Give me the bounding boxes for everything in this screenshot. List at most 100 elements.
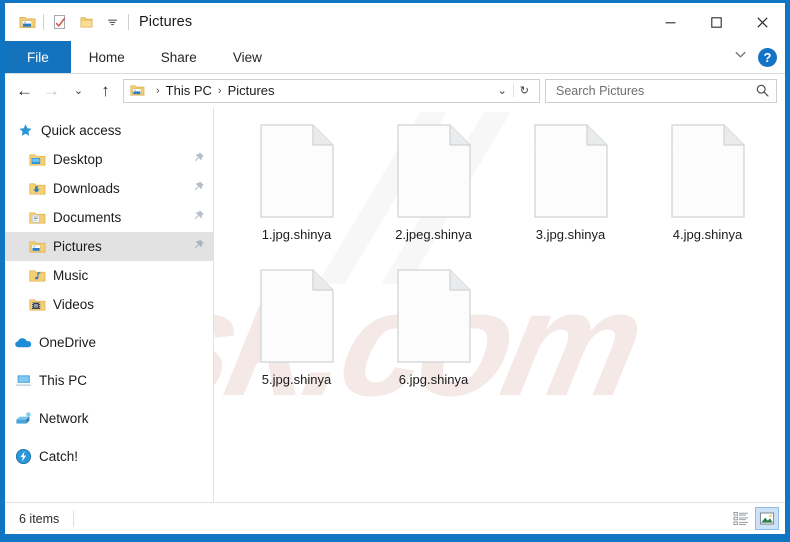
large-icons-view-button[interactable] [755, 507, 779, 530]
breadcrumb-item-pictures[interactable]: Pictures [228, 83, 275, 98]
file-item[interactable]: 4.jpg.shinya [639, 119, 776, 264]
status-bar: 6 items [5, 502, 785, 534]
tab-file[interactable]: File [5, 41, 71, 73]
up-arrow-icon: ↑ [101, 81, 110, 100]
file-explorer-window: Pictures File Home Share View ? ← → ⌄ ↑ … [5, 3, 785, 534]
properties-icon[interactable] [47, 10, 73, 34]
status-divider [73, 510, 75, 527]
pin-icon[interactable] [192, 180, 205, 198]
breadcrumb[interactable]: › This PC › Pictures ⌄ ↻ [123, 78, 540, 103]
file-name: 1.jpg.shinya [261, 227, 332, 242]
blank-document-icon [259, 123, 335, 219]
address-bar: ← → ⌄ ↑ › This PC › Pictures ⌄ ↻ Search … [5, 74, 785, 107]
pin-icon[interactable] [192, 151, 205, 169]
documents-folder-icon [27, 211, 47, 225]
sidebar-item-music[interactable]: Music [5, 261, 213, 290]
recent-locations-button[interactable]: ⌄ [65, 78, 92, 104]
videos-folder-icon [27, 298, 47, 312]
file-item[interactable]: 2.jpeg.shinya [365, 119, 502, 264]
sidebar-item-videos[interactable]: Videos [5, 290, 213, 319]
blank-document-icon [396, 123, 472, 219]
sidebar-item-label: This PC [39, 373, 88, 388]
maximize-button[interactable] [693, 3, 739, 41]
pictures-folder-icon[interactable] [14, 10, 40, 34]
music-folder-icon [27, 269, 47, 283]
customize-dropdown-icon[interactable] [99, 10, 125, 34]
file-item[interactable]: 1.jpg.shinya [228, 119, 365, 264]
quick-access-toolbar [5, 10, 132, 34]
sidebar-item-label: Videos [53, 297, 95, 312]
sidebar-item-label: Network [39, 411, 89, 426]
search-icon[interactable] [755, 83, 770, 98]
sidebar-item-label: Documents [53, 210, 122, 225]
sidebar-item-label: Desktop [53, 152, 103, 167]
blank-document-icon [396, 268, 472, 364]
blank-document-icon [259, 268, 335, 364]
title-bar: Pictures [5, 3, 785, 41]
search-input[interactable] [554, 82, 755, 99]
sidebar-item-label: OneDrive [39, 335, 97, 350]
sidebar-item-label: Downloads [53, 181, 120, 196]
breadcrumb-item-this-pc[interactable]: This PC [166, 83, 212, 98]
chevron-down-icon[interactable] [733, 47, 748, 67]
search-box[interactable] [545, 78, 777, 103]
pin-icon[interactable] [192, 238, 205, 256]
breadcrumb-dropdown-icon[interactable]: ⌄ [492, 84, 513, 97]
blank-document-icon [533, 123, 609, 219]
explorer-body: Quick access Desktop Downloads Documents… [5, 107, 785, 502]
breadcrumb-pictures-icon [130, 84, 145, 97]
file-grid: 1.jpg.shinya 2.jpeg.shinya 3.jpg.shinya … [214, 107, 785, 409]
title-divider [128, 14, 129, 30]
this-pc-icon [13, 373, 33, 388]
details-view-button[interactable] [729, 507, 753, 530]
network-icon [13, 411, 33, 426]
sidebar-item-downloads[interactable]: Downloads [5, 174, 213, 203]
up-button[interactable]: ↑ [92, 78, 119, 104]
back-button[interactable]: ← [11, 78, 38, 104]
forward-arrow-icon: → [43, 81, 60, 100]
sidebar-item-desktop[interactable]: Desktop [5, 145, 213, 174]
tab-view[interactable]: View [215, 41, 280, 73]
back-arrow-icon: ← [16, 81, 33, 100]
tab-share[interactable]: Share [143, 41, 215, 73]
window-title: Pictures [139, 14, 193, 30]
file-list-pane[interactable]: // sk.com 1.jpg.shinya [214, 107, 785, 502]
file-name: 2.jpeg.shinya [395, 227, 472, 242]
close-button[interactable] [739, 3, 785, 41]
sidebar-item-label: Pictures [53, 239, 102, 254]
file-item[interactable]: 6.jpg.shinya [365, 264, 502, 409]
ribbon-tab-bar: File Home Share View ? [5, 41, 785, 74]
blank-document-icon [670, 123, 746, 219]
sidebar-item-onedrive[interactable]: OneDrive [5, 328, 213, 357]
sidebar-item-documents[interactable]: Documents [5, 203, 213, 232]
catch-lightning-icon [13, 448, 33, 465]
sidebar-item-label: Catch! [39, 449, 79, 464]
sidebar-item-network[interactable]: Network [5, 404, 213, 433]
ribbon-right-controls: ? [733, 41, 777, 73]
file-name: 6.jpg.shinya [398, 372, 469, 387]
file-item[interactable]: 3.jpg.shinya [502, 119, 639, 264]
new-folder-icon[interactable] [73, 10, 99, 34]
forward-button[interactable]: → [38, 78, 65, 104]
help-button[interactable]: ? [758, 47, 777, 67]
file-name: 3.jpg.shinya [535, 227, 606, 242]
pin-icon[interactable] [192, 209, 205, 227]
sidebar-item-pictures[interactable]: Pictures [5, 232, 213, 261]
navigation-pane: Quick access Desktop Downloads Documents… [5, 107, 214, 502]
file-item[interactable]: 5.jpg.shinya [228, 264, 365, 409]
minimize-button[interactable] [647, 3, 693, 41]
sidebar-item-quick-access[interactable]: Quick access [5, 116, 213, 145]
chevron-down-icon: ⌄ [73, 85, 84, 97]
breadcrumb-separator: › [217, 84, 222, 97]
item-count-label: 6 items [19, 511, 60, 526]
file-name: 4.jpg.shinya [672, 227, 743, 242]
refresh-icon[interactable]: ↻ [512, 84, 535, 97]
file-name: 5.jpg.shinya [261, 372, 332, 387]
onedrive-cloud-icon [13, 336, 33, 350]
sidebar-item-catch[interactable]: Catch! [5, 442, 213, 471]
tab-home[interactable]: Home [71, 41, 143, 73]
sidebar-item-label: Quick access [41, 123, 122, 138]
downloads-folder-icon [27, 182, 47, 196]
sidebar-item-this-pc[interactable]: This PC [5, 366, 213, 395]
desktop-folder-icon [27, 153, 47, 167]
